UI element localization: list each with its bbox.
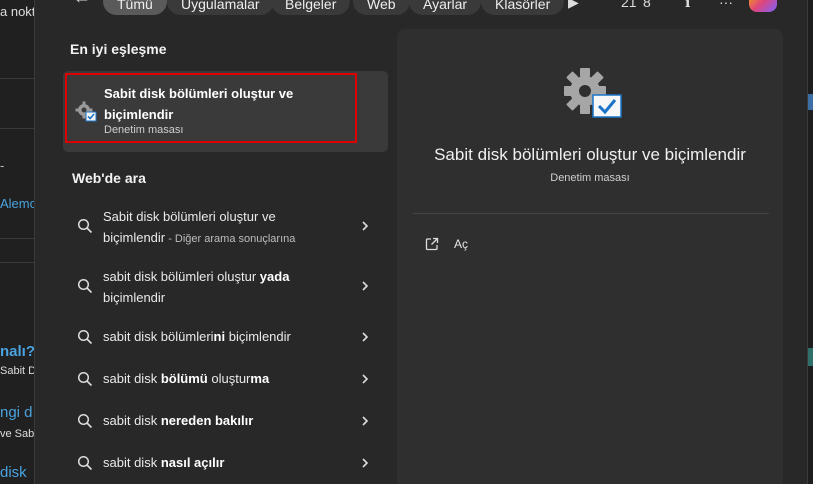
bg-text: a nokt (0, 4, 34, 19)
web-result-bold: ni (213, 329, 226, 344)
tab-settings[interactable]: Ayarlar (409, 0, 482, 15)
chevron-right-icon (362, 374, 369, 384)
web-result-text: sabit disk nereden bakılır (103, 410, 343, 431)
web-result-bold: ma (250, 371, 270, 386)
web-result-item[interactable]: sabit disk nasıl açılır (63, 452, 388, 474)
best-match-heading: En iyi eşleşme (70, 41, 167, 57)
web-result-part: sabit disk (103, 371, 161, 386)
web-search-heading: Web'de ara (72, 170, 146, 186)
web-result-text: sabit disk nasıl açılır (103, 452, 343, 473)
sort-icon[interactable]: 8 (643, 0, 651, 10)
bg-divider (0, 238, 34, 239)
web-result-text: sabit disk bölümleri oluştur yada biçiml… (103, 266, 343, 308)
open-external-icon (425, 237, 439, 251)
web-result-bold: nereden bakılır (160, 413, 254, 428)
detail-title: Sabit disk bölümleri oluştur ve biçimlen… (434, 145, 746, 164)
search-icon (77, 218, 93, 234)
web-result-text: sabit disk bölümü oluşturma (103, 368, 343, 389)
web-result-item[interactable]: sabit disk bölümleri oluştur yada biçiml… (63, 266, 388, 308)
web-result-item[interactable]: Sabit disk bölümleri oluştur ve biçimlen… (63, 206, 388, 248)
play-icon[interactable]: ▶ (568, 0, 579, 11)
web-result-hint: - Diğer arama sonuçlarına (165, 233, 296, 245)
bg-divider (0, 78, 34, 79)
web-result-bold: bölümü (160, 371, 208, 386)
search-icon (77, 329, 93, 345)
bg-heading: nalı? (0, 343, 34, 360)
web-result-text: Sabit disk bölümleri oluştur ve biçimlen… (103, 206, 343, 250)
selection-highlight-box (65, 73, 357, 143)
info-icon[interactable]: ℹ (685, 0, 690, 11)
web-result-part: biçimlendir (225, 329, 291, 344)
tab-apps[interactable]: Uygulamalar (167, 0, 274, 15)
tab-documents[interactable]: Belgeler (271, 0, 351, 15)
tab-all[interactable]: Tümü (103, 0, 167, 15)
web-result-item[interactable]: sabit disk nereden bakılır (63, 410, 388, 432)
detail-pane: Sabit disk bölümleri oluştur ve biçimlen… (397, 29, 783, 484)
chevron-right-icon (362, 332, 369, 342)
web-result-item[interactable]: sabit disk bölümü oluşturma (63, 368, 388, 390)
chevron-right-icon (362, 281, 369, 291)
detail-subtitle: Denetim masası (550, 172, 630, 184)
result-count: 21 (621, 0, 637, 10)
search-icon (77, 371, 93, 387)
search-icon (77, 455, 93, 471)
web-result-part: sabit disk (103, 455, 161, 470)
web-result-part: sabit disk (103, 413, 161, 428)
web-result-line: biçimlendir (103, 230, 166, 245)
web-result-part: sabit disk bölümleri oluştur (103, 269, 260, 284)
web-result-part: oluştur (207, 371, 251, 386)
bg-heading: disk (0, 464, 27, 481)
bg-link: Alemo (0, 196, 34, 211)
web-result-bold: yada (259, 269, 290, 284)
tab-web[interactable]: Web (353, 0, 410, 15)
bg-text: ve Sabi (0, 428, 34, 440)
copilot-icon[interactable] (749, 0, 777, 12)
chevron-right-icon (362, 458, 369, 468)
search-icon (77, 413, 93, 429)
back-arrow-icon[interactable]: ← (73, 0, 91, 8)
open-label: Aç (454, 237, 469, 251)
chevron-right-icon (362, 416, 369, 426)
tab-folders[interactable]: Klasörler (481, 0, 565, 15)
bg-text: - (0, 158, 5, 173)
bg-divider (0, 262, 34, 263)
web-result-text: sabit disk bölümlerini biçimlendir (103, 326, 343, 347)
web-result-line: biçimlendir (103, 290, 166, 305)
web-result-part: sabit disk bölümleri (103, 329, 214, 344)
open-action[interactable]: Aç (425, 234, 468, 254)
web-result-line: Sabit disk bölümleri oluştur ve (103, 209, 276, 224)
background-page-left: a nokt - Alemo nalı? Sabit D ngi d ve Sa… (0, 0, 34, 484)
search-icon (77, 278, 93, 294)
chevron-right-icon (362, 221, 369, 231)
web-result-bold: nasıl açılır (160, 455, 225, 470)
web-result-item[interactable]: sabit disk bölümlerini biçimlendir (63, 326, 388, 348)
disk-management-icon (564, 68, 622, 118)
bg-heading: ngi d (0, 404, 33, 421)
divider (413, 213, 769, 214)
more-icon[interactable]: ··· (719, 0, 733, 10)
bg-text: Sabit D (0, 365, 34, 377)
search-panel: ← Tümü Uygulamalar Belgeler Web Ayarlar … (34, 0, 808, 484)
bg-divider (0, 128, 34, 129)
